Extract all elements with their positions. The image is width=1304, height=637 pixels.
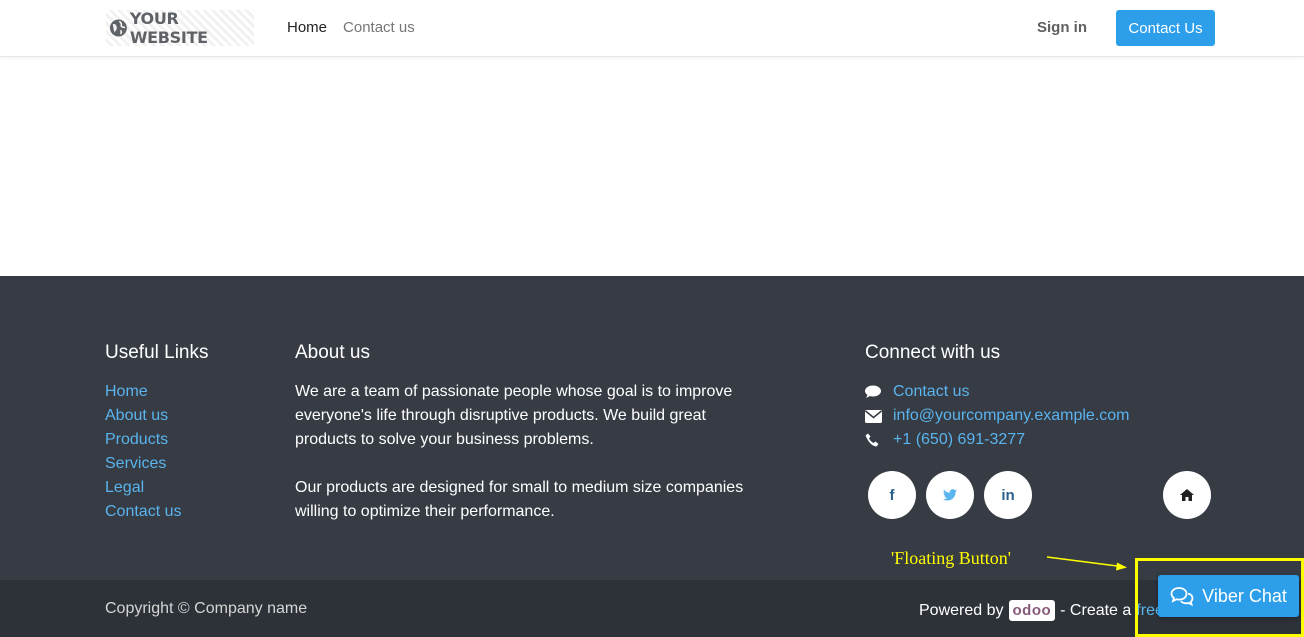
phone-icon xyxy=(865,433,893,447)
linkedin-icon: in xyxy=(1001,486,1015,504)
twitter-button[interactable] xyxy=(926,471,974,519)
connect-phone-label: +1 (650) 691-3277 xyxy=(893,431,1026,448)
twitter-icon xyxy=(943,489,957,501)
odoo-logo-text: odoo xyxy=(1012,602,1052,619)
linkedin-button[interactable]: in xyxy=(984,471,1032,519)
footer-link-products[interactable]: Products xyxy=(105,428,209,452)
nav-item-contact-us[interactable]: Contact us xyxy=(343,19,415,36)
footer-link-legal[interactable]: Legal xyxy=(105,476,209,500)
useful-links-list: Home About us Products Services Legal Co… xyxy=(105,380,209,524)
floating-button-annotation: 'Floating Button' xyxy=(891,548,1011,568)
powered-by: Powered by odoo - Create a free xyxy=(919,600,1164,621)
connect-section: Connect with us Contact us info@yourcomp… xyxy=(865,342,1130,452)
useful-links-title: Useful Links xyxy=(105,342,209,363)
footer-link-contact-us[interactable]: Contact us xyxy=(105,500,209,524)
nav-item-home[interactable]: Home xyxy=(287,19,327,36)
connect-email[interactable]: info@yourcompany.example.com xyxy=(865,404,1130,428)
connect-title: Connect with us xyxy=(865,342,1001,363)
connect-email-label: info@yourcompany.example.com xyxy=(893,407,1130,424)
footer-bottom-bar: Copyright © Company name Powered by odoo… xyxy=(0,580,1304,637)
useful-links-section: Useful Links Home About us Products Serv… xyxy=(105,342,209,524)
connect-phone[interactable]: +1 (650) 691-3277 xyxy=(865,428,1130,452)
home-social-button[interactable] xyxy=(1163,471,1211,519)
home-icon xyxy=(1180,489,1194,501)
viber-chat-button[interactable]: Viber Chat xyxy=(1158,575,1299,617)
facebook-button[interactable]: f xyxy=(868,471,916,519)
chat-bubbles-icon xyxy=(1170,587,1194,606)
footer-link-home[interactable]: Home xyxy=(105,380,209,404)
envelope-icon xyxy=(865,409,893,423)
comment-icon xyxy=(865,385,893,399)
footer-link-about-us[interactable]: About us xyxy=(105,404,209,428)
site-logo[interactable]: YOUR WEBSITE xyxy=(106,9,254,47)
site-header: YOUR WEBSITE Home Contact us Sign in Con… xyxy=(0,0,1304,57)
about-paragraph-1: We are a team of passionate people whose… xyxy=(295,383,733,448)
footer-link-services[interactable]: Services xyxy=(105,452,209,476)
about-paragraph-2: Our products are designed for small to m… xyxy=(295,479,744,520)
powered-by-label: Powered by xyxy=(919,601,1004,619)
globe-icon xyxy=(109,19,127,37)
odoo-logo[interactable]: odoo xyxy=(1008,600,1056,621)
contact-us-button[interactable]: Contact Us xyxy=(1116,10,1215,46)
logo-text: YOUR WEBSITE xyxy=(129,9,208,47)
copyright-text: Copyright © Company name xyxy=(105,600,308,617)
viber-chat-label: Viber Chat xyxy=(1202,585,1287,606)
site-footer: Useful Links Home About us Products Serv… xyxy=(0,276,1304,580)
connect-contact-us[interactable]: Contact us xyxy=(865,380,1130,404)
create-text: - Create a xyxy=(1060,601,1132,619)
annotation-arrow-icon xyxy=(1046,556,1127,571)
sign-in-link[interactable]: Sign in xyxy=(1037,19,1087,36)
connect-contact-us-label: Contact us xyxy=(893,383,970,400)
about-us-title: About us xyxy=(295,342,370,363)
facebook-icon: f xyxy=(889,486,895,504)
social-links: f in xyxy=(868,471,1212,519)
main-nav: Home Contact us xyxy=(287,19,415,36)
about-us-section: About us We are a team of passionate peo… xyxy=(295,342,745,524)
